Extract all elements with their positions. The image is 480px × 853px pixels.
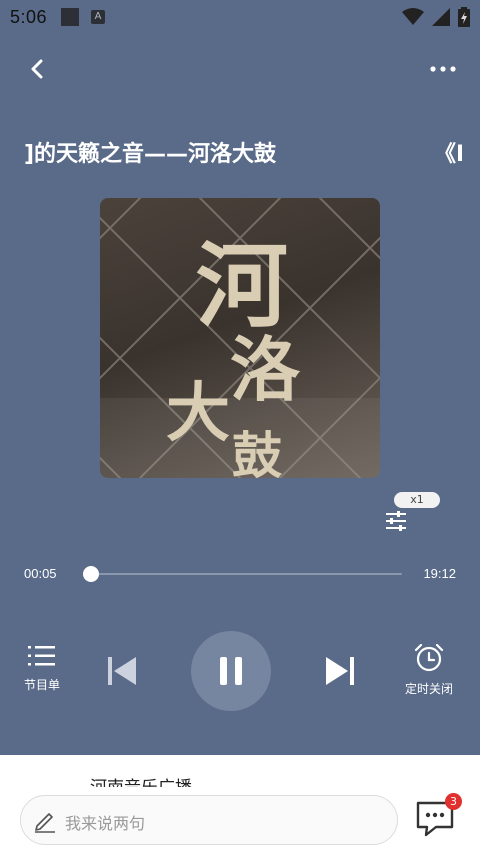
status-time: 5:06 (10, 6, 48, 27)
notification-letter-icon: A (91, 10, 106, 24)
comment-placeholder: 我来说两句 (65, 814, 146, 833)
album-cover: 河 洛 大 鼓 (100, 198, 380, 478)
pencil-icon (35, 813, 55, 833)
playlist-button[interactable]: 节目单 (10, 644, 74, 693)
progress-track[interactable] (84, 573, 402, 575)
sound-settings-button[interactable] (384, 510, 408, 532)
alarm-clock-icon (414, 643, 444, 672)
cover-char-3: 大 (166, 376, 230, 451)
pause-button[interactable] (191, 631, 271, 711)
status-icons (402, 7, 470, 27)
track-title-row: ]的天籁之音——河洛大鼓 《I (0, 132, 480, 172)
signal-icon (432, 8, 450, 26)
playback-controls: 节目单 定时关闭 (0, 630, 480, 712)
track-title: ]的天籁之音——河洛大鼓 (24, 142, 277, 167)
skip-previous-icon (108, 657, 136, 685)
track-title-repeat: 《I (434, 142, 462, 167)
skip-next-icon (326, 657, 354, 685)
progress-thumb[interactable] (83, 566, 100, 582)
previous-button[interactable] (104, 656, 140, 686)
playback-speed-badge[interactable]: x1 (394, 492, 440, 508)
total-time: 19:12 (423, 566, 456, 581)
chevron-left-icon (31, 59, 43, 79)
sleep-timer-label: 定时关闭 (404, 682, 453, 696)
pause-icon (220, 657, 242, 685)
top-bar (0, 46, 480, 90)
battery-icon (458, 7, 470, 27)
current-time: 00:05 (24, 566, 57, 581)
more-button[interactable] (426, 54, 460, 84)
playlist-label: 节目单 (23, 678, 60, 692)
next-button[interactable] (322, 656, 358, 686)
comment-bar: 我来说两句 3 (0, 787, 480, 853)
cover-char-4: 鼓 (232, 426, 282, 478)
comment-count-badge: 3 (445, 793, 462, 810)
wifi-icon (402, 8, 424, 25)
sleep-timer-button[interactable]: 定时关闭 (397, 643, 461, 697)
back-button[interactable] (22, 54, 52, 84)
comment-input[interactable]: 我来说两句 (20, 795, 398, 845)
equalizer-icon (386, 511, 406, 531)
channel-name-peek: 河南音乐广播 (90, 777, 192, 787)
status-bar: 5:06 A (0, 0, 480, 34)
cover-char-2: 洛 (230, 328, 300, 411)
notification-icon (61, 8, 80, 26)
progress-row: 00:05 19:12 (0, 562, 480, 586)
more-horizontal-icon (430, 66, 456, 72)
playlist-icon (28, 646, 55, 666)
